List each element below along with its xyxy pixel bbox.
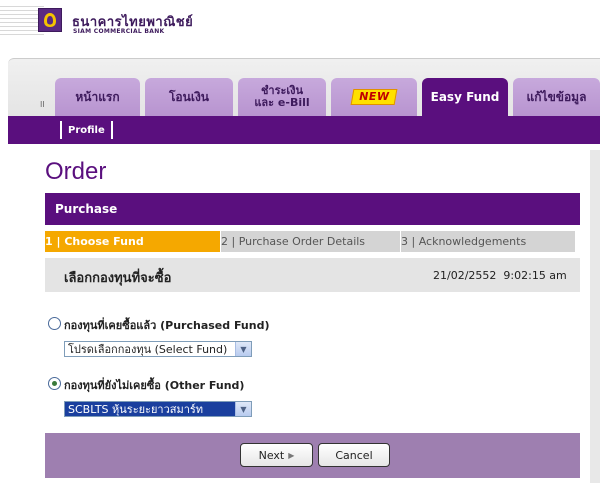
other-fund-select-value: SCBLTS หุ้นระยะยาวสมาร์ท bbox=[68, 403, 204, 416]
purchased-fund-select-value: โปรดเลือกกองทุน (Select Fund) bbox=[68, 343, 228, 356]
current-date: 21/02/2552 bbox=[433, 269, 497, 282]
tab-bill-payment-label: ชำระเงิน และ e-Bill bbox=[254, 84, 310, 109]
tab-edit-profile[interactable]: แก้ไขข้อมูล bbox=[513, 78, 600, 116]
right-scroll-track bbox=[590, 150, 600, 483]
other-fund-select[interactable]: SCBLTS หุ้นระยะยาวสมาร์ท ▼ bbox=[64, 401, 252, 417]
step-order-details: 2 | Purchase Order Details bbox=[220, 231, 401, 252]
tab-easy-fund[interactable]: Easy Fund bbox=[422, 78, 508, 116]
step-choose-fund: 1 | Choose Fund bbox=[45, 231, 220, 252]
purchased-fund-label: กองทุนที่เคยซื้อแล้ว (Purchased Fund) bbox=[64, 319, 270, 332]
tab-bill-payment[interactable]: ชำระเงิน และ e-Bill bbox=[238, 78, 326, 116]
page-title: Order bbox=[45, 158, 107, 185]
fund-selection-title: เลือกกองทุนที่จะซื้อ bbox=[64, 271, 172, 286]
tab-new[interactable]: NEW bbox=[331, 78, 417, 116]
next-button[interactable]: Next ▶ bbox=[240, 443, 313, 467]
purchased-fund-radio[interactable] bbox=[48, 317, 61, 330]
tab-bar-handle: II bbox=[40, 100, 45, 109]
current-datetime: 21/02/2552 9:02:15 am bbox=[433, 269, 567, 282]
cancel-button-label: Cancel bbox=[335, 448, 373, 462]
other-fund-radio[interactable] bbox=[48, 377, 61, 390]
next-button-label: Next bbox=[258, 448, 285, 462]
new-badge: NEW bbox=[350, 89, 398, 105]
other-fund-label: กองทุนที่ยังไม่เคยซื้อ (Other Fund) bbox=[64, 379, 245, 392]
profile-link[interactable]: Profile bbox=[60, 121, 113, 139]
tab-home[interactable]: หน้าแรก bbox=[55, 78, 140, 116]
purchase-section-title: Purchase bbox=[55, 202, 118, 216]
cancel-button[interactable]: Cancel bbox=[318, 443, 390, 467]
chevron-down-icon: ▼ bbox=[235, 402, 251, 416]
bank-name-english: SIAM COMMERCIAL BANK bbox=[73, 28, 165, 35]
purchase-section-bar bbox=[45, 193, 580, 225]
purchased-fund-select[interactable]: โปรดเลือกกองทุน (Select Fund) ▼ bbox=[64, 341, 252, 357]
step-acknowledgements: 3 | Acknowledgements bbox=[400, 231, 576, 252]
bank-logo-icon bbox=[38, 8, 62, 32]
current-time: 9:02:15 am bbox=[503, 269, 567, 282]
tab-transfer[interactable]: โอนเงิน bbox=[145, 78, 233, 116]
chevron-down-icon: ▼ bbox=[235, 342, 251, 356]
play-arrow-icon: ▶ bbox=[288, 450, 295, 460]
